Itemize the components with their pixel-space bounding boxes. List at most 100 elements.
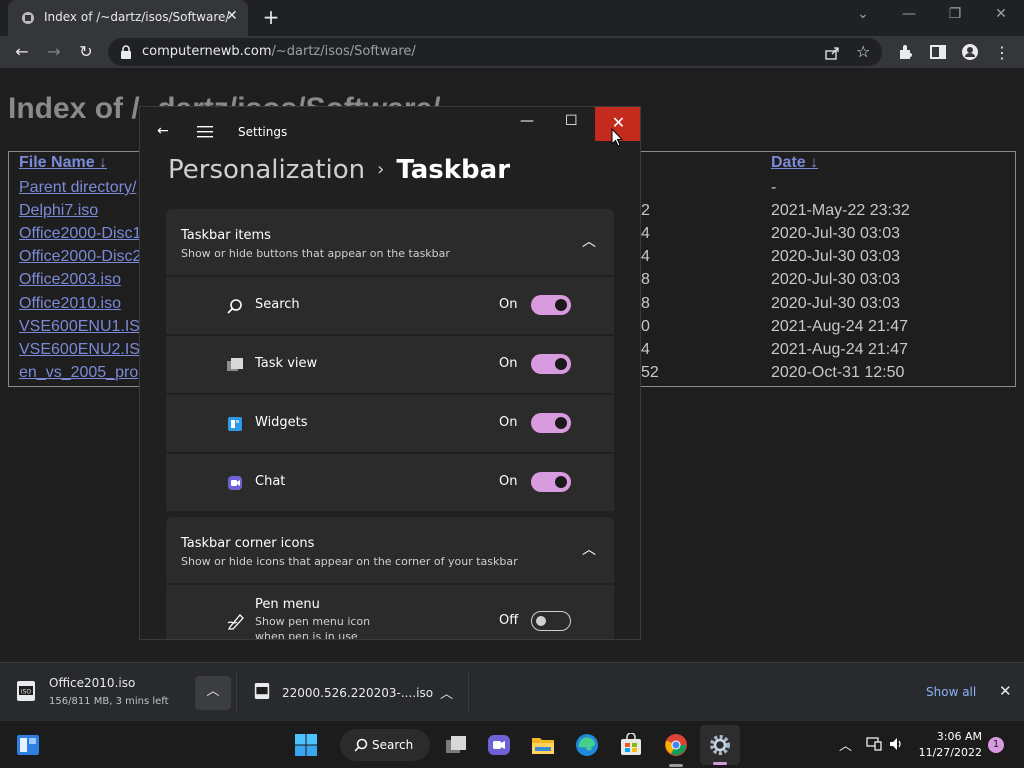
- settings-title-bar: ← Settings — ☐ ✕: [140, 107, 640, 147]
- group-subtitle: Show or hide icons that appear on the co…: [181, 555, 518, 568]
- file-date: -: [771, 179, 777, 196]
- file-date: 2021-May-22 23:32: [771, 202, 910, 219]
- column-header-date[interactable]: Date ↓: [771, 154, 818, 172]
- iso-file-icon: [254, 683, 270, 699]
- taskbar-item-chat: Chat On: [166, 454, 614, 511]
- item-label: Widgets: [255, 415, 308, 430]
- file-link[interactable]: Parent directory/: [19, 179, 136, 197]
- widgets-toggle[interactable]: [531, 413, 571, 433]
- extensions-icon[interactable]: [897, 43, 915, 61]
- taskbar-search-label: Search: [372, 738, 414, 752]
- file-date: 2021-Aug-24 21:47: [771, 318, 908, 335]
- download-progress-text: 156/811 MB, 3 mins left: [49, 696, 169, 707]
- pen-menu-toggle[interactable]: [531, 611, 571, 631]
- file-link[interactable]: Delphi7.iso: [19, 202, 98, 220]
- settings-active-indicator: [713, 762, 727, 765]
- settings-gear-icon: [710, 735, 730, 755]
- back-icon[interactable]: ←: [12, 42, 32, 62]
- show-all-downloads-link[interactable]: Show all: [926, 685, 976, 699]
- file-link[interactable]: Office2010.iso: [19, 295, 121, 313]
- browser-minimize-button[interactable]: —: [897, 6, 921, 26]
- download-item-office2010[interactable]: ISO Office2010.iso 156/811 MB, 3 mins le…: [0, 663, 236, 721]
- download-filename: Office2010.iso: [49, 676, 136, 690]
- download-options-chevron-icon[interactable]: ︿: [195, 676, 231, 710]
- volume-icon[interactable]: [889, 737, 905, 751]
- chevron-up-icon: ︿: [582, 234, 596, 250]
- download-item-22000[interactable]: 22000.526.220203-....iso ︿: [240, 663, 468, 721]
- file-size: 8: [641, 271, 650, 288]
- windows-taskbar: Search ︿ 3:06 AM 11/27/2022 1: [0, 720, 1024, 768]
- url-text: computernewb.com/~dartz/isos/Software/: [142, 44, 416, 59]
- browser-menu-icon[interactable]: ⋮: [993, 43, 1011, 62]
- download-options-chevron-icon[interactable]: ︿: [440, 683, 453, 702]
- column-header-file-name-label: File Name: [19, 154, 95, 171]
- reload-icon[interactable]: ↻: [76, 42, 96, 62]
- file-link[interactable]: VSE600ENU2.IS: [19, 341, 140, 359]
- tab-search-icon[interactable]: ⌄: [851, 6, 875, 26]
- column-header-date-label: Date: [771, 154, 806, 171]
- profile-avatar-icon[interactable]: [961, 43, 979, 61]
- taskbar-search-button[interactable]: Search: [340, 729, 430, 761]
- taskbar-item-task-view: Task view On: [166, 336, 614, 393]
- task-view-widgets-icon[interactable]: [16, 733, 40, 757]
- taskbar-item-search: Search On: [166, 277, 614, 334]
- close-download-shelf-icon[interactable]: ✕: [999, 682, 1012, 700]
- toggle-state-text: On: [499, 415, 518, 430]
- download-divider: [236, 671, 237, 713]
- file-explorer-icon[interactable]: [531, 733, 555, 757]
- svg-text:ISO: ISO: [21, 689, 32, 696]
- task-view-icon[interactable]: [444, 733, 468, 757]
- search-icon: [354, 738, 368, 752]
- file-date: 2020-Jul-30 03:03: [771, 225, 900, 242]
- new-tab-button[interactable]: +: [260, 6, 282, 28]
- browser-restore-button[interactable]: ❐: [943, 6, 967, 26]
- microsoft-store-icon[interactable]: [619, 733, 643, 757]
- tab-title: Index of /~dartz/isos/Software/: [44, 10, 230, 24]
- chrome-browser-icon[interactable]: [664, 733, 688, 757]
- address-bar[interactable]: computernewb.com/~dartz/isos/Software/ ☆: [108, 38, 882, 66]
- file-size: 4: [641, 248, 650, 265]
- edge-browser-icon[interactable]: [575, 733, 599, 757]
- download-divider: [468, 671, 469, 713]
- column-header-file-name[interactable]: File Name ↓: [19, 154, 107, 172]
- settings-maximize-button[interactable]: ☐: [565, 113, 578, 129]
- file-link[interactable]: Office2003.iso: [19, 271, 121, 289]
- mouse-cursor-icon: [611, 128, 623, 147]
- toggle-knob: [555, 299, 567, 311]
- clock-time[interactable]: 3:06 AM: [920, 730, 982, 743]
- settings-taskbar-button[interactable]: [700, 725, 740, 765]
- task-view-toggle[interactable]: [531, 354, 571, 374]
- hamburger-menu-icon[interactable]: [197, 126, 213, 138]
- browser-close-button[interactable]: ✕: [989, 6, 1013, 26]
- search-toggle[interactable]: [531, 295, 571, 315]
- share-icon[interactable]: [824, 45, 840, 61]
- file-link[interactable]: en_vs_2005_pro: [19, 364, 138, 382]
- settings-back-icon[interactable]: ←: [157, 123, 169, 139]
- file-size: 4: [641, 341, 650, 358]
- tab-close-icon[interactable]: ✕: [226, 8, 238, 24]
- file-link[interactable]: VSE600ENU1.IS: [19, 318, 140, 336]
- forward-icon[interactable]: →: [44, 42, 64, 62]
- start-windows-icon[interactable]: [294, 733, 318, 757]
- network-icon[interactable]: [866, 737, 882, 751]
- lock-icon: [121, 45, 131, 59]
- file-link[interactable]: Office2000-Disc2: [19, 248, 141, 266]
- browser-tab[interactable]: Index of /~dartz/isos/Software/ ✕: [8, 0, 248, 36]
- notification-badge[interactable]: 1: [988, 737, 1004, 753]
- search-icon: [227, 299, 242, 314]
- teams-chat-icon[interactable]: [487, 733, 511, 757]
- item-label: Search: [255, 297, 300, 312]
- bookmark-star-icon[interactable]: ☆: [856, 42, 870, 61]
- settings-minimize-button[interactable]: —: [520, 113, 534, 129]
- taskbar-corner-icons-header[interactable]: Taskbar corner icons Show or hide icons …: [166, 517, 614, 583]
- chat-toggle[interactable]: [531, 472, 571, 492]
- clock-date[interactable]: 11/27/2022: [918, 746, 982, 759]
- file-date: 2020-Jul-30 03:03: [771, 248, 900, 265]
- file-link[interactable]: Office2000-Disc1: [19, 225, 141, 243]
- browser-toolbar: ← → ↻ computernewb.com/~dartz/isos/Softw…: [0, 36, 1024, 68]
- show-hidden-icons-chevron-icon[interactable]: ︿: [839, 735, 852, 754]
- browser-tab-strip: Index of /~dartz/isos/Software/ ✕ + ⌄ — …: [0, 0, 1024, 36]
- side-panel-icon[interactable]: [929, 43, 947, 61]
- taskbar-items-header[interactable]: Taskbar items Show or hide buttons that …: [166, 209, 614, 275]
- breadcrumb-parent[interactable]: Personalization: [168, 155, 365, 185]
